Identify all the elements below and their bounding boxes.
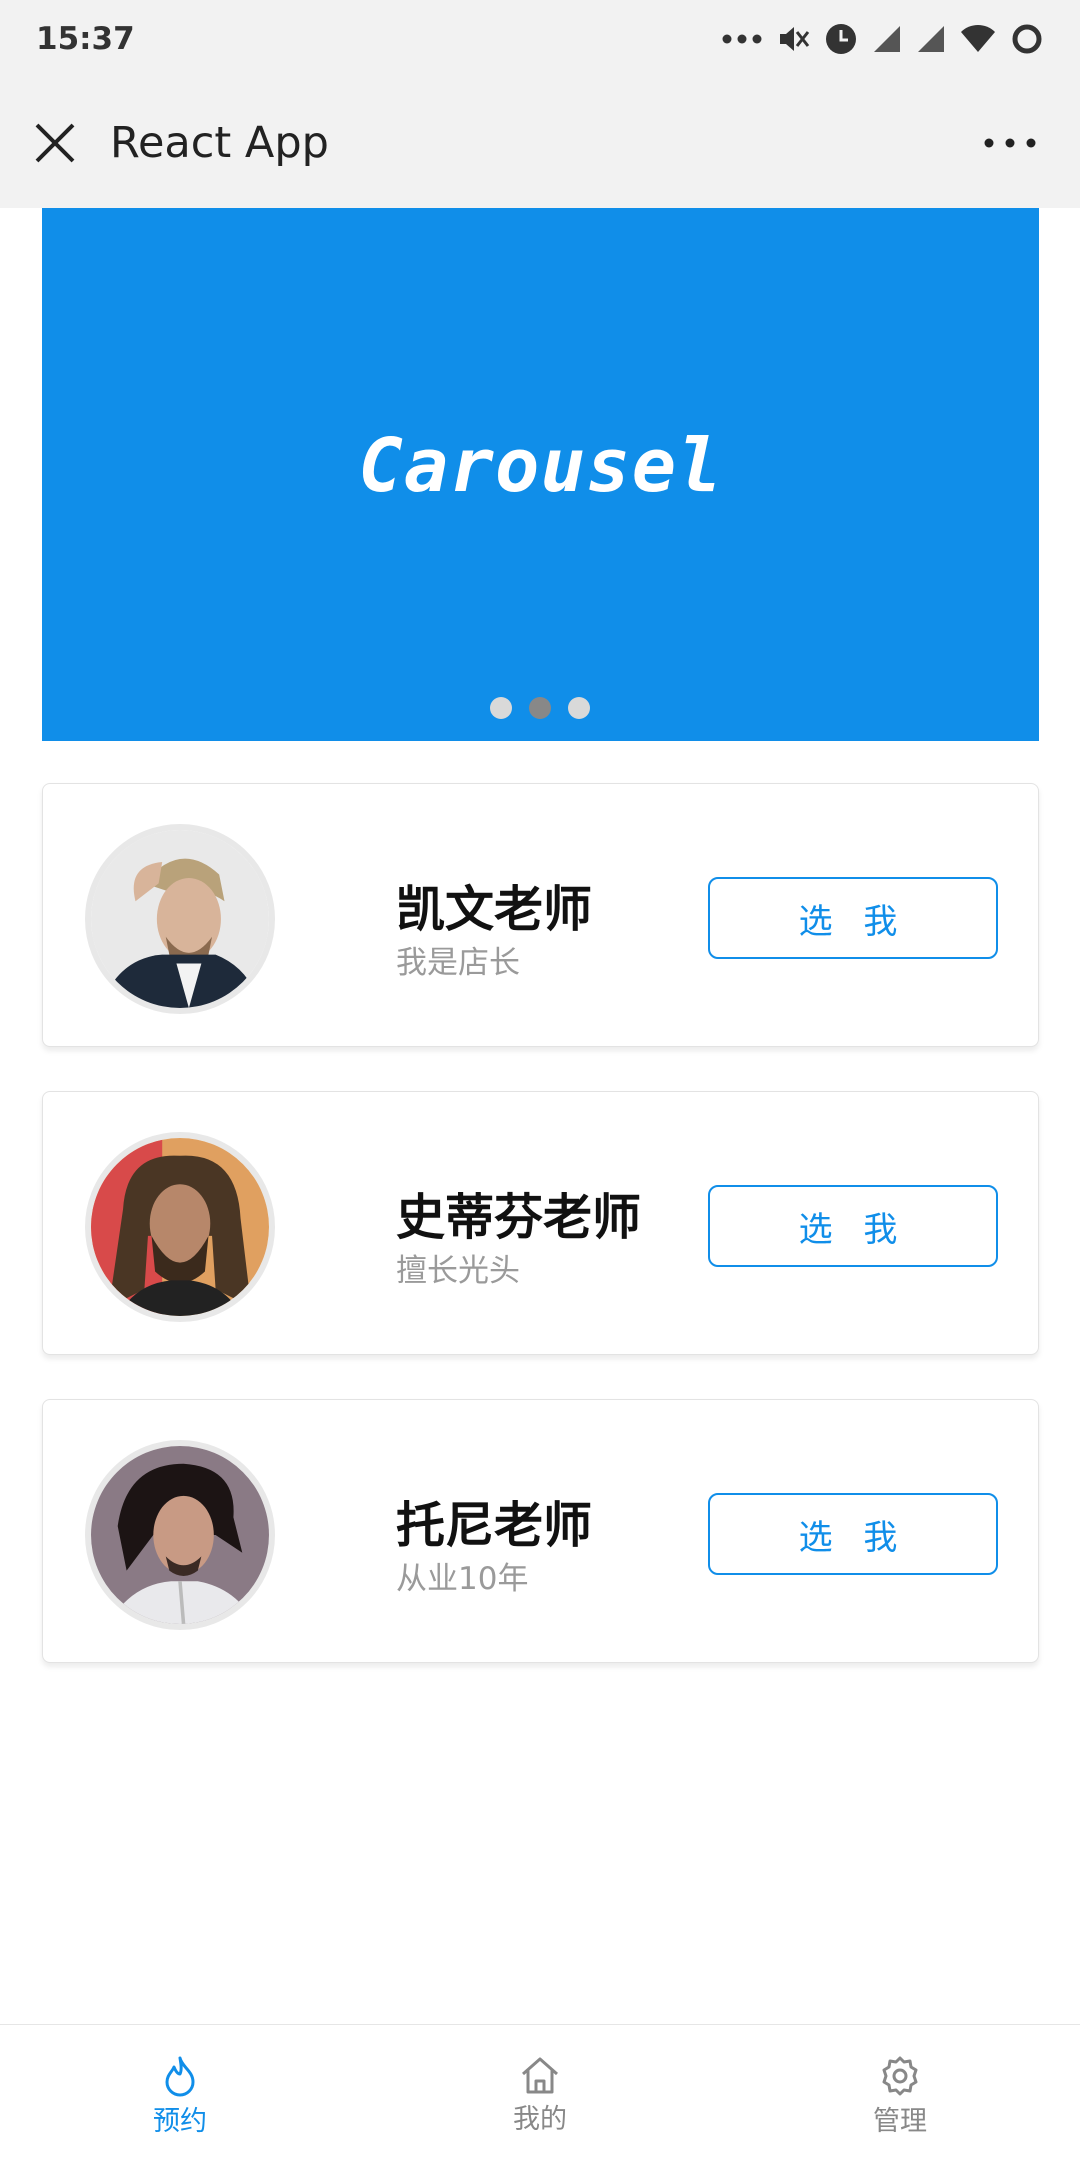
battery-ring-icon xyxy=(1012,24,1042,54)
mute-icon xyxy=(780,27,810,51)
teacher-desc: 我是店长 xyxy=(396,945,520,981)
teacher-card: 托尼老师 从业10年 选 我 xyxy=(42,1399,1039,1663)
more-button[interactable] xyxy=(980,123,1040,163)
carousel-dots xyxy=(0,697,1080,719)
avatar xyxy=(85,1132,275,1322)
close-icon xyxy=(35,123,75,163)
tab-label: 预约 xyxy=(153,2106,207,2137)
tab-manage[interactable]: 管理 xyxy=(720,2025,1080,2160)
signal-icon xyxy=(874,26,900,52)
status-bar: 15:37 xyxy=(0,0,1080,78)
teacher-card: 凯文老师 我是店长 选 我 xyxy=(42,783,1039,1047)
avatar xyxy=(85,1440,275,1630)
page-title: React App xyxy=(110,118,329,168)
teacher-card: 史蒂芬老师 擅长光头 选 我 xyxy=(42,1091,1039,1355)
close-button[interactable] xyxy=(0,78,110,208)
select-button[interactable]: 选 我 xyxy=(708,1493,998,1575)
more-dots-icon xyxy=(722,34,762,44)
carousel-dot[interactable] xyxy=(568,697,590,719)
teacher-name: 凯文老师 xyxy=(396,881,593,938)
carousel-slide-text: Carousel xyxy=(358,423,723,509)
signal-icon-2 xyxy=(918,26,944,52)
flame-icon xyxy=(165,2056,195,2097)
avatar xyxy=(85,824,275,1014)
status-icons xyxy=(722,22,1044,56)
carousel-dot-active[interactable] xyxy=(529,697,551,719)
title-bar: React App xyxy=(0,78,1080,208)
home-icon xyxy=(522,2057,558,2094)
carousel-dot[interactable] xyxy=(490,697,512,719)
tab-booking[interactable]: 预约 xyxy=(0,2025,360,2160)
teacher-desc: 擅长光头 xyxy=(396,1253,520,1289)
tab-bar: 预约 我的 管理 xyxy=(0,2024,1080,2160)
status-time: 15:37 xyxy=(36,21,135,57)
tab-label: 我的 xyxy=(513,2104,567,2135)
carousel[interactable]: Carousel xyxy=(42,208,1039,741)
teacher-name: 史蒂芬老师 xyxy=(396,1189,642,1246)
select-button[interactable]: 选 我 xyxy=(708,1185,998,1267)
avatar-image xyxy=(91,1446,269,1624)
alarm-icon xyxy=(826,24,856,54)
tab-mine[interactable]: 我的 xyxy=(360,2025,720,2160)
tab-label: 管理 xyxy=(873,2106,927,2137)
gear-icon xyxy=(882,2056,918,2096)
more-icon xyxy=(984,138,1036,148)
teacher-desc: 从业10年 xyxy=(396,1561,529,1597)
avatar-image xyxy=(91,1138,269,1316)
teacher-name: 托尼老师 xyxy=(396,1497,593,1554)
wifi-icon xyxy=(961,24,995,52)
avatar-image xyxy=(91,830,269,1008)
select-button[interactable]: 选 我 xyxy=(708,877,998,959)
